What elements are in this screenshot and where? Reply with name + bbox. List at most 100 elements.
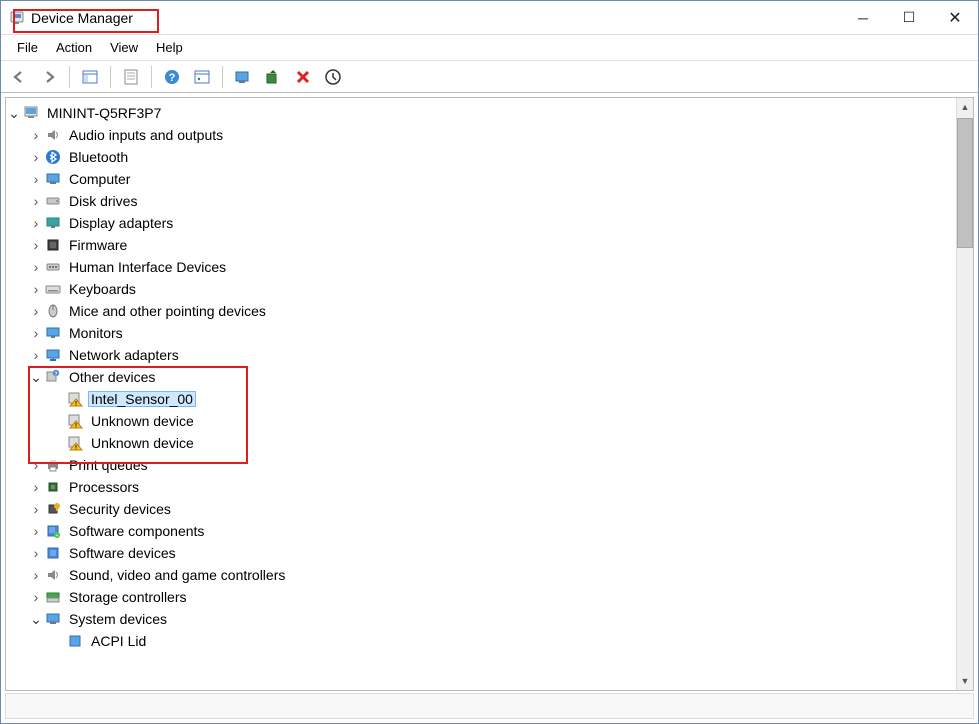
tree-category[interactable]: › + Software components [6,520,956,542]
network-icon [44,346,62,364]
help-button[interactable]: ? [158,64,186,90]
tree-item-label: Software components [66,523,207,539]
tree-device[interactable]: ! Intel_Sensor_00 [6,388,956,410]
minimize-button[interactable]: ─ [840,1,886,34]
tree-category[interactable]: › Computer [6,168,956,190]
hid-icon [44,258,62,276]
audio-icon [44,126,62,144]
titlebar: Device Manager ─ ☐ ✕ [1,1,978,35]
tree-category[interactable]: ›Sound, video and game controllers [6,564,956,586]
tree-category[interactable]: ›Print queues [6,454,956,476]
expander-icon[interactable]: › [28,590,44,604]
expander-icon[interactable]: › [28,128,44,142]
device-tree[interactable]: ⌄ MININT-Q5RF3P7 ›Audio inputs and outputs… [6,98,956,690]
tree-category[interactable]: ⌄?Other devices [6,366,956,388]
tree-item-label: Computer [66,171,133,187]
tree-item-label: Software devices [66,545,179,561]
back-button[interactable] [5,64,33,90]
expander-icon[interactable]: › [28,524,44,538]
system-icon [44,610,62,628]
svg-text:?: ? [169,72,176,84]
expander-icon[interactable]: › [28,348,44,362]
tree-category[interactable]: › Keyboards [6,278,956,300]
disable-button[interactable] [289,64,317,90]
scan-hardware-button[interactable] [319,64,347,90]
tree-item-label: Keyboards [66,281,139,297]
other-icon: ? [44,368,62,386]
expander-icon[interactable]: › [28,260,44,274]
properties-button[interactable] [117,64,145,90]
expander-icon[interactable]: › [28,172,44,186]
menu-help[interactable]: Help [156,40,183,55]
storage-icon [44,588,62,606]
expander-icon[interactable]: › [28,194,44,208]
tree-category[interactable]: › Software devices [6,542,956,564]
menu-view[interactable]: View [110,40,138,55]
tree-root[interactable]: ⌄ MININT-Q5RF3P7 [6,102,956,124]
expander-icon[interactable]: › [28,238,44,252]
expander-icon[interactable]: ⌄ [6,106,22,120]
display-icon [44,214,62,232]
tree-category[interactable]: ⌄System devices [6,608,956,630]
update-driver-button[interactable] [229,64,257,90]
tree-category[interactable]: ›Human Interface Devices [6,256,956,278]
tree-item-label: Network adapters [66,347,182,363]
tree-category[interactable]: › Firmware [6,234,956,256]
show-hide-tree-button[interactable] [76,64,104,90]
expander-icon[interactable]: › [28,458,44,472]
tree-category[interactable]: ›Display adapters [6,212,956,234]
toolbar-separator [110,66,111,88]
expander-icon[interactable]: › [28,568,44,582]
tree-item-label: Processors [66,479,142,495]
secondary-help-button[interactable] [188,64,216,90]
main-content: ⌄ MININT-Q5RF3P7 ›Audio inputs and outputs… [5,97,974,691]
tree-device[interactable]: !Unknown device [6,432,956,454]
window-title: Device Manager [31,10,133,26]
close-button[interactable]: ✕ [932,1,978,34]
tree-category[interactable]: ›Audio inputs and outputs [6,124,956,146]
expander-icon[interactable]: ⌄ [28,612,44,626]
svg-text:!: ! [75,402,77,408]
tree-device[interactable]: !Unknown device [6,410,956,432]
scroll-thumb[interactable] [957,118,973,248]
window-controls: ─ ☐ ✕ [840,1,978,34]
expander-icon[interactable]: › [28,326,44,340]
warning-device-icon: ! [66,434,84,452]
expander-icon[interactable]: › [28,282,44,296]
vertical-scrollbar[interactable]: ▲ ▼ [956,98,973,690]
tree-item-label: Intel_Sensor_00 [88,391,196,407]
expander-icon[interactable]: › [28,150,44,164]
expander-icon[interactable]: › [28,480,44,494]
expander-icon[interactable]: ⌄ [28,370,44,384]
tree-category[interactable]: ›Mice and other pointing devices [6,300,956,322]
uninstall-button[interactable] [259,64,287,90]
sound-icon [44,566,62,584]
forward-button[interactable] [35,64,63,90]
tree-category[interactable]: › Processors [6,476,956,498]
menu-file[interactable]: File [17,40,38,55]
tree-item-label: Firmware [66,237,130,253]
statusbar [5,693,974,719]
tree-item-label: Bluetooth [66,149,131,165]
toolbar-separator [222,66,223,88]
tree-category[interactable]: › Network adapters [6,344,956,366]
svg-text:+: + [56,533,59,539]
menu-action[interactable]: Action [56,40,92,55]
tree-item-label: MININT-Q5RF3P7 [44,105,164,121]
expander-icon[interactable]: › [28,502,44,516]
tree-category[interactable]: ›Disk drives [6,190,956,212]
scroll-up-arrow[interactable]: ▲ [957,98,973,116]
tree-category[interactable]: ›Storage controllers [6,586,956,608]
expander-icon[interactable]: › [28,216,44,230]
menubar: File Action View Help [1,35,978,61]
tree-device[interactable]: ACPI Lid [6,630,956,652]
tree-category[interactable]: › Security devices [6,498,956,520]
pc-icon [44,170,62,188]
scroll-down-arrow[interactable]: ▼ [957,672,973,690]
expander-icon[interactable]: › [28,546,44,560]
tree-category[interactable]: › Bluetooth [6,146,956,168]
maximize-button[interactable]: ☐ [886,1,932,34]
expander-icon[interactable]: › [28,304,44,318]
tree-item-label: Security devices [66,501,174,517]
tree-category[interactable]: ›Monitors [6,322,956,344]
